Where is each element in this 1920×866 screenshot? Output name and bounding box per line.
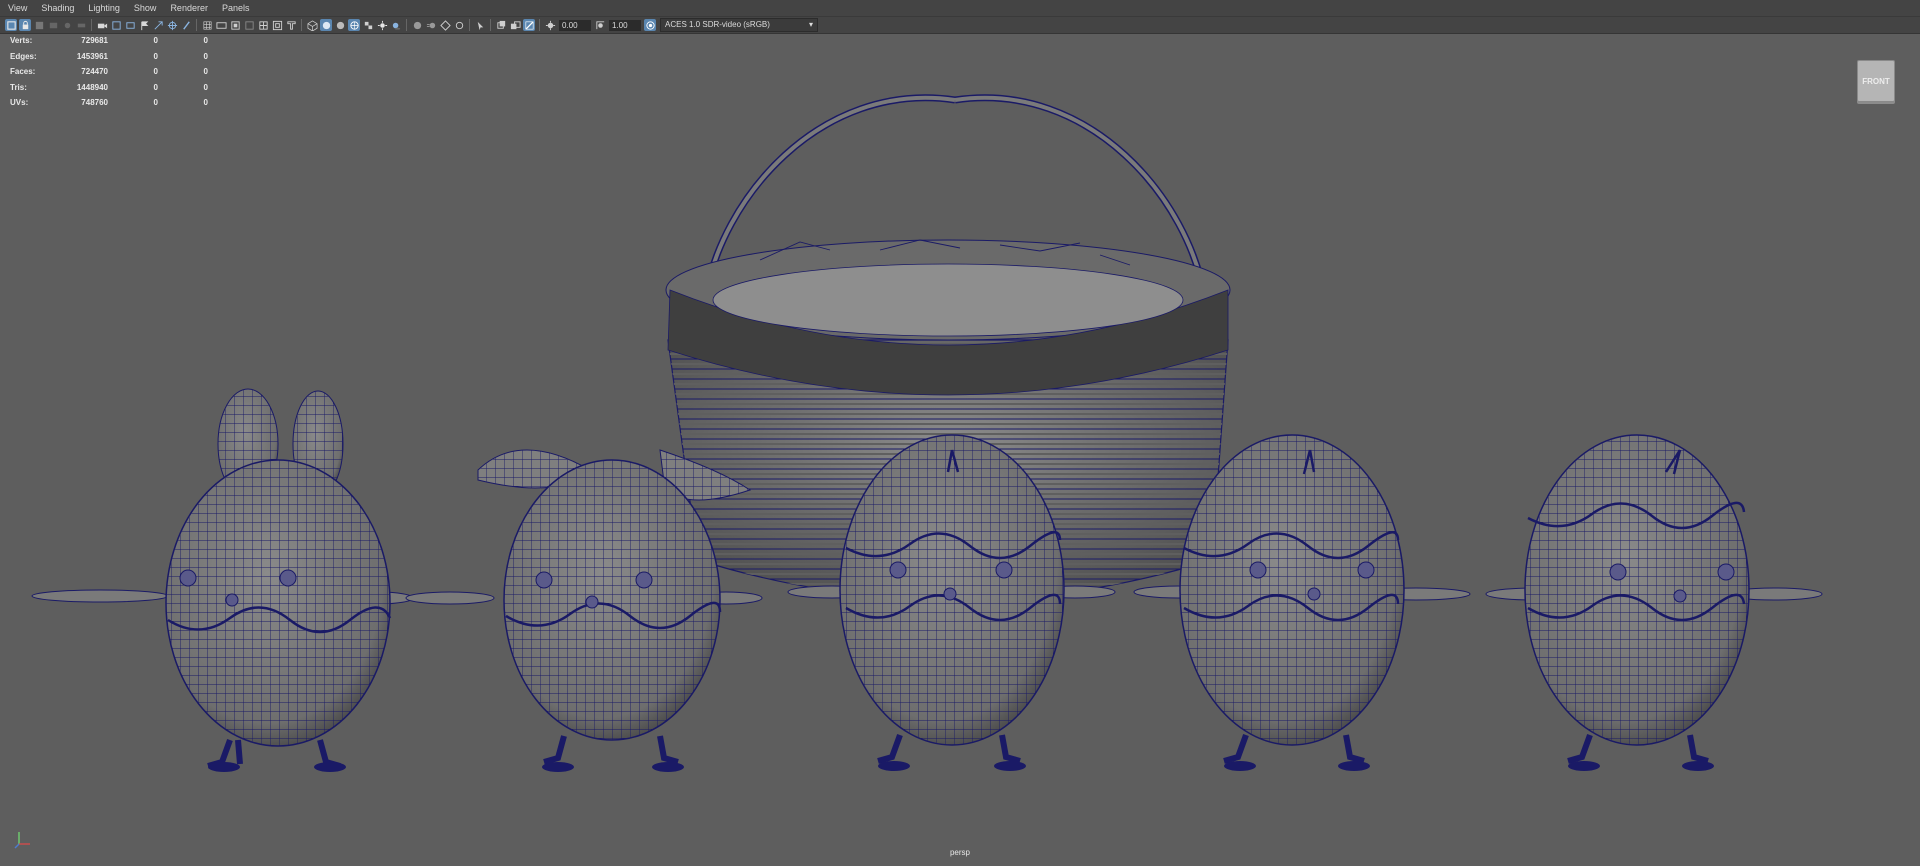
gamma-field[interactable] — [609, 19, 641, 31]
bunny-chick-mesh[interactable] — [31, 388, 414, 772]
use-all-lights-icon[interactable] — [376, 19, 388, 31]
resolution-gate-icon[interactable] — [124, 19, 136, 31]
view-transform-value: ACES 1.0 SDR-video (sRGB) — [665, 20, 770, 29]
toolbar-divider — [406, 19, 407, 31]
toolbar-divider — [196, 19, 197, 31]
twod-pan-zoom-icon[interactable] — [61, 19, 73, 31]
view-transform-dropdown[interactable]: ACES 1.0 SDR-video (sRGB) ▾ — [660, 18, 818, 32]
gamma-icon[interactable] — [594, 19, 606, 31]
viewcube[interactable]: FRONT — [1857, 60, 1895, 102]
xray-joints-icon[interactable] — [509, 19, 521, 31]
color-management-icon[interactable] — [644, 19, 656, 31]
multisample-aa-icon[interactable] — [439, 19, 451, 31]
viewcube-face-label: FRONT — [1862, 76, 1890, 86]
lock-camera-icon[interactable] — [19, 19, 31, 31]
menu-lighting[interactable]: Lighting — [81, 0, 127, 16]
winged-chick-mesh[interactable] — [405, 449, 763, 772]
screen-space-ao-icon[interactable] — [411, 19, 423, 31]
toolbar-divider — [539, 19, 540, 31]
viewport-scene[interactable] — [0, 34, 1920, 844]
chick-mesh-far-right[interactable] — [1485, 434, 1823, 771]
menu-show[interactable]: Show — [127, 0, 164, 16]
field-chart-icon[interactable] — [166, 19, 178, 31]
wireframe-icon[interactable] — [306, 19, 318, 31]
bookmarks-icon[interactable] — [33, 19, 45, 31]
gate-mask-toggle-icon[interactable] — [243, 19, 255, 31]
grid-icon[interactable] — [201, 19, 213, 31]
toolbar-divider — [301, 19, 302, 31]
film-gate-toggle-icon[interactable] — [215, 19, 227, 31]
safe-action-icon[interactable] — [180, 19, 192, 31]
image-plane-icon[interactable] — [47, 19, 59, 31]
chevron-down-icon: ▾ — [808, 20, 813, 29]
backface-culling-icon[interactable] — [523, 19, 535, 31]
menu-view[interactable]: View — [0, 0, 34, 16]
film-gate-icon[interactable] — [110, 19, 122, 31]
select-camera-icon[interactable] — [5, 19, 17, 31]
camera-name-label: persp — [949, 848, 970, 857]
grease-pencil-icon[interactable] — [75, 19, 87, 31]
smooth-shade-icon[interactable] — [320, 19, 332, 31]
shadows-icon[interactable] — [390, 19, 402, 31]
menu-renderer[interactable]: Renderer — [163, 0, 215, 16]
menu-panels[interactable]: Panels — [215, 0, 257, 16]
isolate-select-icon[interactable] — [474, 19, 486, 31]
panel-toolbar: ACES 1.0 SDR-video (sRGB) ▾ — [0, 17, 1920, 34]
textured-icon[interactable] — [362, 19, 374, 31]
camera-attributes-icon[interactable] — [96, 19, 108, 31]
bookmark-flag-icon[interactable] — [138, 19, 150, 31]
wireframe-on-shaded-icon[interactable] — [348, 19, 360, 31]
viewport-menu-bar: View Shading Lighting Show Renderer Pane… — [0, 0, 1920, 17]
toolbar-divider — [91, 19, 92, 31]
gate-mask-icon[interactable] — [152, 19, 164, 31]
safe-action-toggle-icon[interactable] — [271, 19, 283, 31]
default-material-icon[interactable] — [334, 19, 346, 31]
exposure-field[interactable] — [559, 19, 591, 31]
field-chart-toggle-icon[interactable] — [257, 19, 269, 31]
toolbar-divider — [469, 19, 470, 31]
motion-blur-icon[interactable] — [425, 19, 437, 31]
resolution-toggle-icon[interactable] — [229, 19, 241, 31]
axis-gizmo-icon — [14, 832, 30, 849]
toolbar-divider — [490, 19, 491, 31]
safe-title-toggle-icon[interactable] — [285, 19, 297, 31]
menu-shading[interactable]: Shading — [34, 0, 81, 16]
exposure-icon[interactable] — [544, 19, 556, 31]
xray-icon[interactable] — [495, 19, 507, 31]
depth-of-field-icon[interactable] — [453, 19, 465, 31]
